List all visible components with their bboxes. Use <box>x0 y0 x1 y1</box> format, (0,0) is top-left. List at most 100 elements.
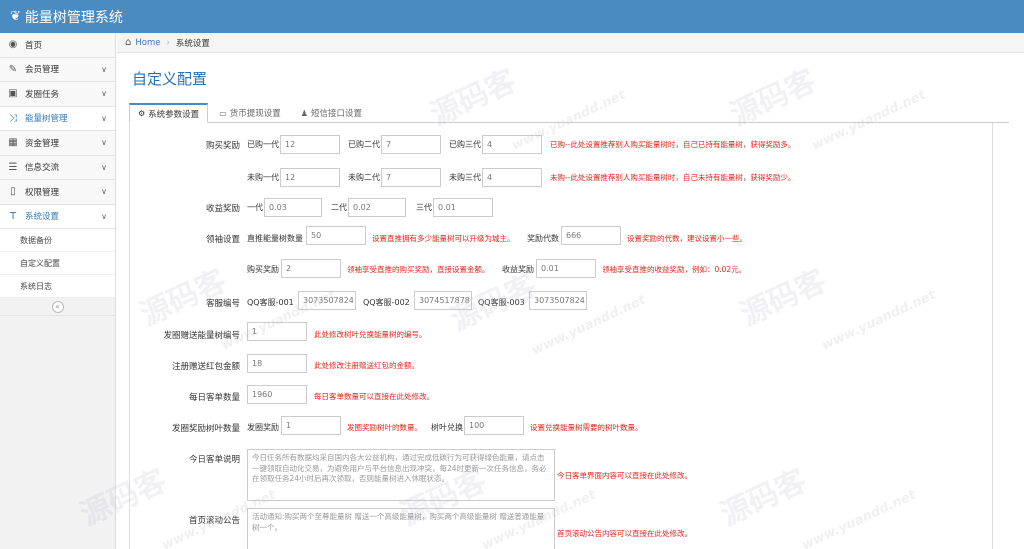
user-icon: ♟ <box>300 108 308 118</box>
income-reward-label: 收益奖励 <box>205 204 240 214</box>
sidebar-item-2[interactable]: ▣ 发圈任务 ∨ <box>0 82 115 107</box>
sidebar-collapse-button[interactable]: « <box>0 298 115 316</box>
income-gen3-input[interactable]: 0.01 <box>433 198 493 217</box>
sidebar-item-label: 资金管理 <box>25 138 60 149</box>
cogs-icon: ⚙ <box>138 109 146 118</box>
file-icon: ▯ <box>10 186 16 198</box>
daily-desc-textarea[interactable]: 今日任务所有数据均采自国内各大公益机构，通过完成低碳行为可获得绿色能量，请点击一… <box>247 449 555 501</box>
breadcrumb: ⌂ Home › 系统设置 <box>117 33 1024 53</box>
leaf-reward-label: 发圈奖励 <box>247 423 279 432</box>
reg-bonus-hint: 此处修改注册赠送红包的金额。 <box>314 361 419 370</box>
leader-direct-hint: 设置直推拥有多少能量树可以升级为城主。 <box>372 234 515 243</box>
unbought-hint: 未购--此处设置推荐别人购买能量树时，自己未持有能量树，获得奖励少。 <box>550 173 796 182</box>
gift-tree-no-input[interactable]: 1 <box>247 322 307 341</box>
bought-gen3-input[interactable]: 4 <box>482 135 542 154</box>
sidebar-subitem-0[interactable]: 数据备份 <box>0 229 115 252</box>
breadcrumb-current: 系统设置 <box>175 38 210 49</box>
sidebar-item-4[interactable]: ▦ 资金管理 ∨ <box>0 131 115 156</box>
reg-bonus-input[interactable]: 18 <box>247 354 307 373</box>
qq-service-2-label: QQ客服-002 <box>363 298 410 307</box>
bought-gen3-label: 已购三代 <box>449 140 481 149</box>
leader-gen-hint: 设置奖励的代数，建议设置小一些。 <box>627 234 747 243</box>
unbought-gen1-label: 未购一代 <box>247 173 279 182</box>
unbought-gen2-input[interactable]: 7 <box>381 168 441 187</box>
leaf-icon: ❦ <box>10 9 21 24</box>
bought-gen1-input[interactable]: 12 <box>280 135 340 154</box>
unbought-gen3-input[interactable]: 4 <box>482 168 542 187</box>
leader-gen-label: 奖励代数 <box>527 234 559 243</box>
leader-setting-label: 领袖设置 <box>205 235 240 245</box>
sidebar-item-label: 信息交流 <box>25 163 60 174</box>
qq-service-1-input[interactable]: 3073507824 <box>298 291 356 310</box>
sidebar-subitem-1[interactable]: 自定义配置 <box>0 252 115 275</box>
chevron-down-icon: ∨ <box>101 211 107 221</box>
income-gen2-input[interactable]: 0.02 <box>348 198 406 217</box>
collapse-icon[interactable]: « <box>51 300 64 313</box>
breadcrumb-separator: › <box>166 37 170 48</box>
qq-service-3-input[interactable]: 3073507824 <box>529 291 587 310</box>
sidebar: ◉ 首页 ✎ 会员管理 ∨ ▣ 发圈任务 ∨ ⤨ 能量树管理 ∨ ▦ 资金管理 ∨ ☰ 信息交流 ∨ ▯ 权限管理 ∨… <box>0 33 116 549</box>
chevron-down-icon: ∨ <box>101 64 107 74</box>
sidebar-item-7[interactable]: T 系统设置 ∨ <box>0 204 115 229</box>
gift-tree-no-hint: 此处修改树叶兑换能量树的编号。 <box>314 330 427 339</box>
chevron-down-icon: ∨ <box>101 89 107 99</box>
breadcrumb-home-link[interactable]: Home <box>135 38 160 48</box>
income-gen2-label: 二代 <box>331 203 347 212</box>
tab-bar: ⚙ 系统参数设置 ▭ 货币提现设置 ♟ 短信接口设置 <box>129 103 1009 123</box>
chevron-down-icon: ∨ <box>101 162 107 172</box>
unbought-gen2-label: 未购二代 <box>348 173 380 182</box>
leaf-exchange-label: 树叶兑换 <box>431 423 463 432</box>
leaf-reward-hint: 发圈奖励树叶的数量。 <box>347 423 422 432</box>
leaf-count-label: 发圈奖励树叶数量 <box>171 424 240 434</box>
sidebar-item-label: 系统设置 <box>25 212 60 223</box>
tab-label: 短信接口设置 <box>310 109 362 119</box>
sidebar-item-0[interactable]: ◉ 首页 <box>0 33 115 58</box>
sidebar-item-3[interactable]: ⤨ 能量树管理 ∨ <box>0 106 115 131</box>
sidebar-item-label: 会员管理 <box>25 65 60 76</box>
leader-income-hint: 领袖享受直推的收益奖励，例如：0.02元。 <box>602 265 747 274</box>
daily-desc-hint: 今日客单界面内容可以直接在此处修改。 <box>557 471 692 480</box>
calendar-icon: ▦ <box>8 137 18 149</box>
page-title: 自定义配置 <box>132 70 208 88</box>
scroll-notice-label: 首页滚动公告 <box>188 516 240 526</box>
leaf-reward-input[interactable]: 1 <box>281 416 341 435</box>
bought-gen2-input[interactable]: 7 <box>381 135 441 154</box>
top-bar: ❦ 能量树管理系统 <box>0 0 1024 33</box>
text-icon: T <box>9 210 17 222</box>
sidebar-item-label: 发圈任务 <box>25 89 60 100</box>
leaf-exchange-hint: 设置兑换能量树需要的树叶数量。 <box>530 423 643 432</box>
sidebar-item-5[interactable]: ☰ 信息交流 ∨ <box>0 155 115 180</box>
leader-buy-input[interactable]: 2 <box>281 259 341 278</box>
leader-gen-input[interactable]: 666 <box>561 226 621 245</box>
list-icon: ☰ <box>8 161 18 173</box>
leaf-exchange-input[interactable]: 100 <box>464 416 524 435</box>
leader-buy-label: 购买奖励 <box>247 265 279 274</box>
sidebar-item-label: 能量树管理 <box>25 114 68 125</box>
bought-gen2-label: 已购二代 <box>348 140 380 149</box>
leader-income-input[interactable]: 0.01 <box>536 259 596 278</box>
leader-direct-input[interactable]: 50 <box>306 226 366 245</box>
sidebar-item-label: 首页 <box>25 40 43 51</box>
scroll-notice-textarea[interactable]: 活动通知:购买两个至尊能量树 赠送一个高级能量树，购买两个高级能量树 赠送普通能… <box>247 508 555 549</box>
sidebar-item-1[interactable]: ✎ 会员管理 ∨ <box>0 57 115 82</box>
tab-2[interactable]: ♟ 短信接口设置 <box>292 103 371 123</box>
qq-service-3-label: QQ客服-003 <box>478 298 525 307</box>
daily-orders-hint: 每日客单数量可以直接在此处修改。 <box>314 392 434 401</box>
sidebar-subitem-2[interactable]: 系统日志 <box>0 275 115 298</box>
income-gen1-input[interactable]: 0.03 <box>264 198 322 217</box>
unbought-gen1-input[interactable]: 12 <box>280 168 340 187</box>
income-gen1-label: 一代 <box>247 203 263 212</box>
tab-0[interactable]: ⚙ 系统参数设置 <box>129 103 209 123</box>
image-icon: ▣ <box>8 88 18 100</box>
chevron-down-icon: ∨ <box>101 113 107 123</box>
qq-service-2-input[interactable]: 3074517878 <box>414 291 472 310</box>
scroll-notice-hint: 首页滚动公告内容可以直接在此处修改。 <box>557 529 692 538</box>
chevron-down-icon: ∨ <box>101 138 107 148</box>
random-icon: ⤨ <box>9 112 17 124</box>
sidebar-item-6[interactable]: ▯ 权限管理 ∨ <box>0 180 115 205</box>
daily-desc-label: 今日客单说明 <box>188 455 240 465</box>
daily-orders-input[interactable]: 1960 <box>247 385 307 404</box>
app-title: 能量树管理系统 <box>24 9 123 26</box>
tab-label: 系统参数设置 <box>148 109 200 120</box>
tab-1[interactable]: ▭ 货币提现设置 <box>210 103 290 123</box>
